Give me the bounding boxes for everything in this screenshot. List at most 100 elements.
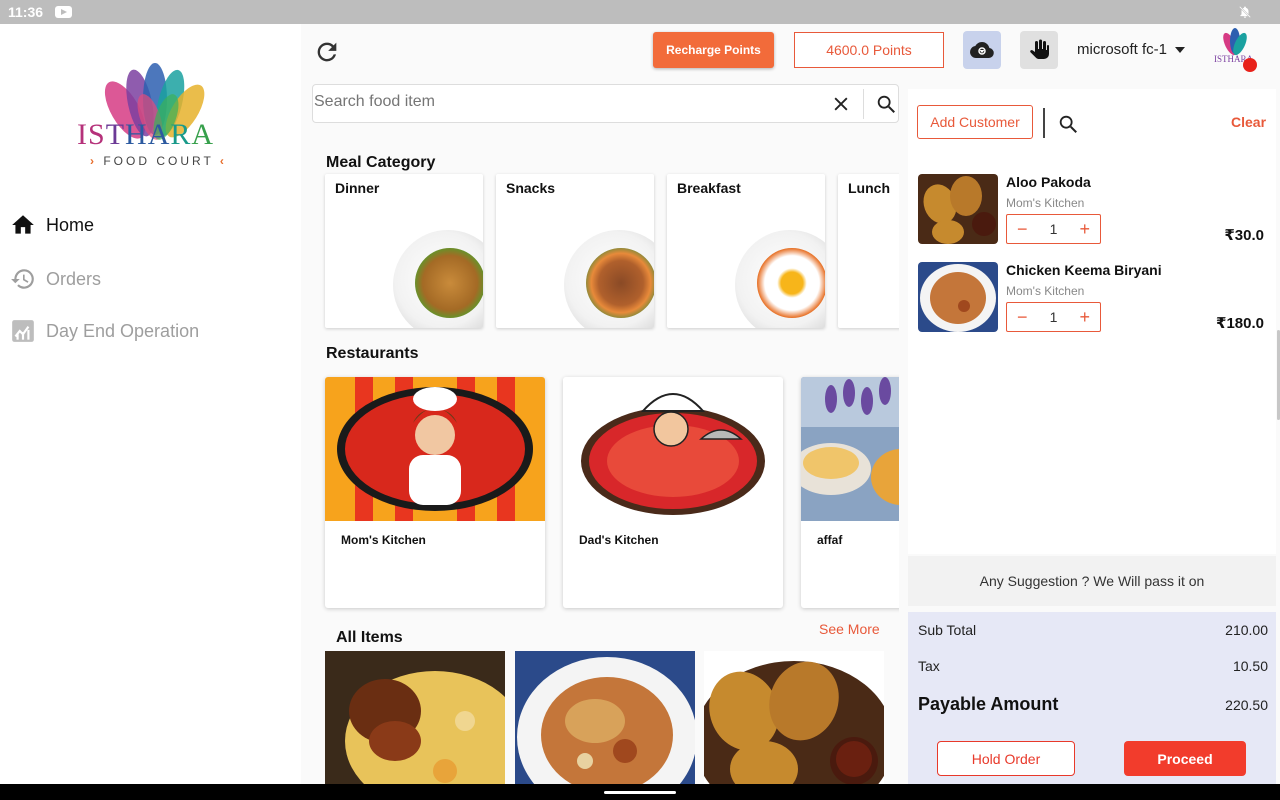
cart-item-image xyxy=(918,262,998,332)
meal-category-label: Breakfast xyxy=(677,180,741,196)
meal-category-card[interactable]: Dinner xyxy=(325,174,483,328)
search-icon[interactable] xyxy=(1057,113,1079,135)
brand-letter: R xyxy=(170,118,192,151)
subtotal-label: Sub Total xyxy=(918,622,977,638)
tax-value: 10.50 xyxy=(1232,658,1268,674)
points-balance: 4600.0 Points xyxy=(794,32,944,68)
restaurant-name: Mom's Kitchen xyxy=(341,533,426,547)
meal-category-card[interactable]: Snacks xyxy=(496,174,654,328)
proceed-button[interactable]: Proceed xyxy=(1124,741,1246,776)
device-selector[interactable]: microsoft fc-1 xyxy=(1077,41,1186,58)
quantity-stepper: − 1 + xyxy=(1006,302,1101,332)
hold-orders-button[interactable] xyxy=(1020,31,1058,69)
quantity-value: 1 xyxy=(1049,221,1058,237)
cart-item-restaurant: Mom's Kitchen xyxy=(1006,196,1085,210)
meal-category-title: Meal Category xyxy=(326,154,436,171)
brand-letter: A xyxy=(147,118,171,151)
close-icon[interactable] xyxy=(831,94,851,114)
profile-avatar[interactable]: ISTHARA xyxy=(1210,26,1260,74)
restaurants-title: Restaurants xyxy=(326,345,419,362)
recharge-points-button[interactable]: Recharge Points xyxy=(653,32,774,68)
analytics-icon xyxy=(12,320,34,342)
add-customer-button[interactable]: Add Customer xyxy=(917,105,1033,139)
plus-icon[interactable]: + xyxy=(1079,307,1090,328)
breakfast-image xyxy=(735,230,825,328)
payable-row: Payable Amount 220.50 xyxy=(918,694,1268,715)
status-bar: 11:36 xyxy=(0,0,1280,24)
cart-item-title: Chicken Keema Biryani xyxy=(1006,262,1162,278)
cart-item-price: ₹180.0 xyxy=(1216,315,1264,332)
sidebar: ISTHARA › FOOD COURT ‹ Home Orders Day E… xyxy=(0,24,301,784)
order-totals: Sub Total 210.00 Tax 10.50 Payable Amoun… xyxy=(908,612,1276,784)
biryani-chicken-image xyxy=(325,651,505,784)
meal-category-card[interactable]: Lunch xyxy=(838,174,899,328)
main-content: Meal Category Dinner Snacks Breakfast Lu… xyxy=(312,140,899,784)
brand-tagline: › FOOD COURT ‹ xyxy=(90,154,227,168)
hand-icon xyxy=(1030,39,1049,59)
see-more-link[interactable]: See More xyxy=(819,621,880,637)
cart-item: Aloo Pakoda Mom's Kitchen − 1 + ₹30.0 xyxy=(918,174,1268,246)
all-items-title: All Items xyxy=(336,629,403,646)
brand-letter: I xyxy=(77,118,88,151)
cart-item-price: ₹30.0 xyxy=(1224,227,1264,244)
dinner-image xyxy=(393,230,483,328)
chevron-down-icon xyxy=(1175,46,1186,53)
subtotal-value: 210.00 xyxy=(1225,622,1268,638)
brand-letter: S xyxy=(88,118,106,151)
tax-label: Tax xyxy=(918,658,940,674)
suggestion-field[interactable]: Any Suggestion ? We Will pass it on xyxy=(908,556,1276,606)
hold-order-button[interactable]: Hold Order xyxy=(937,741,1075,776)
status-time: 11:36 xyxy=(8,4,44,20)
food-item-tile[interactable] xyxy=(704,651,884,784)
search-divider xyxy=(863,89,864,119)
cart-item: Chicken Keema Biryani Mom's Kitchen − 1 … xyxy=(918,262,1268,334)
restaurant-card[interactable]: Dad's Kitchen xyxy=(563,377,783,608)
quantity-stepper: − 1 + xyxy=(1006,214,1101,244)
tax-row: Tax 10.50 xyxy=(918,658,1268,674)
refresh-icon[interactable] xyxy=(313,38,341,66)
brand-tagline-text: FOOD COURT xyxy=(103,154,214,168)
payable-value: 220.50 xyxy=(1225,696,1268,713)
cart-panel: Add Customer Clear Aloo Pakoda Mom's Kit… xyxy=(908,89,1276,554)
sidebar-item-label: Day End Operation xyxy=(46,320,200,341)
home-icon xyxy=(12,215,34,234)
search-icon[interactable] xyxy=(875,93,897,115)
cloud-sync-icon xyxy=(970,42,994,58)
sidebar-item-home[interactable]: Home xyxy=(10,212,94,238)
snacks-image xyxy=(564,230,654,328)
restaurant-card[interactable]: MOM'S KITCHEN Mom's Kitchen xyxy=(325,377,545,608)
brand-name: ISTHARA xyxy=(77,118,214,152)
plus-icon[interactable]: + xyxy=(1079,219,1090,240)
sidebar-item-label: Orders xyxy=(46,268,102,289)
subtotal-row: Sub Total 210.00 xyxy=(918,622,1268,638)
sidebar-item-day-end-operation[interactable]: Day End Operation xyxy=(10,318,199,344)
cart-item-title: Aloo Pakoda xyxy=(1006,174,1091,190)
meal-category-card[interactable]: Breakfast xyxy=(667,174,825,328)
device-name: microsoft fc-1 xyxy=(1077,41,1168,58)
clear-cart-button[interactable]: Clear xyxy=(1231,114,1266,130)
payable-label: Payable Amount xyxy=(918,694,1059,714)
quantity-value: 1 xyxy=(1049,309,1058,325)
food-item-tile[interactable] xyxy=(325,651,505,784)
brand-letter: A xyxy=(191,118,215,151)
restaurant-card[interactable]: affaf xyxy=(801,377,899,608)
notification-dot xyxy=(1243,58,1257,72)
cart-item-restaurant: Mom's Kitchen xyxy=(1006,284,1085,298)
restaurant-name: affaf xyxy=(817,533,843,547)
moms-kitchen-logo: MOM'S KITCHEN xyxy=(325,377,545,521)
affaf-image xyxy=(801,377,899,521)
minus-icon[interactable]: − xyxy=(1017,219,1028,240)
divider xyxy=(1043,108,1045,138)
meal-category-label: Lunch xyxy=(848,180,890,196)
home-gesture-handle[interactable] xyxy=(604,791,676,794)
system-nav-bar xyxy=(0,784,1280,800)
search-input[interactable] xyxy=(314,93,814,111)
cloud-sync-button[interactable] xyxy=(963,31,1001,69)
food-item-tile[interactable] xyxy=(515,651,695,784)
minus-icon[interactable]: − xyxy=(1017,307,1028,328)
brand-letter: H xyxy=(125,118,148,151)
food-search-bar xyxy=(312,84,899,123)
youtube-icon xyxy=(55,6,72,18)
sidebar-item-orders[interactable]: Orders xyxy=(10,266,101,292)
keema-biryani-image xyxy=(515,651,695,784)
